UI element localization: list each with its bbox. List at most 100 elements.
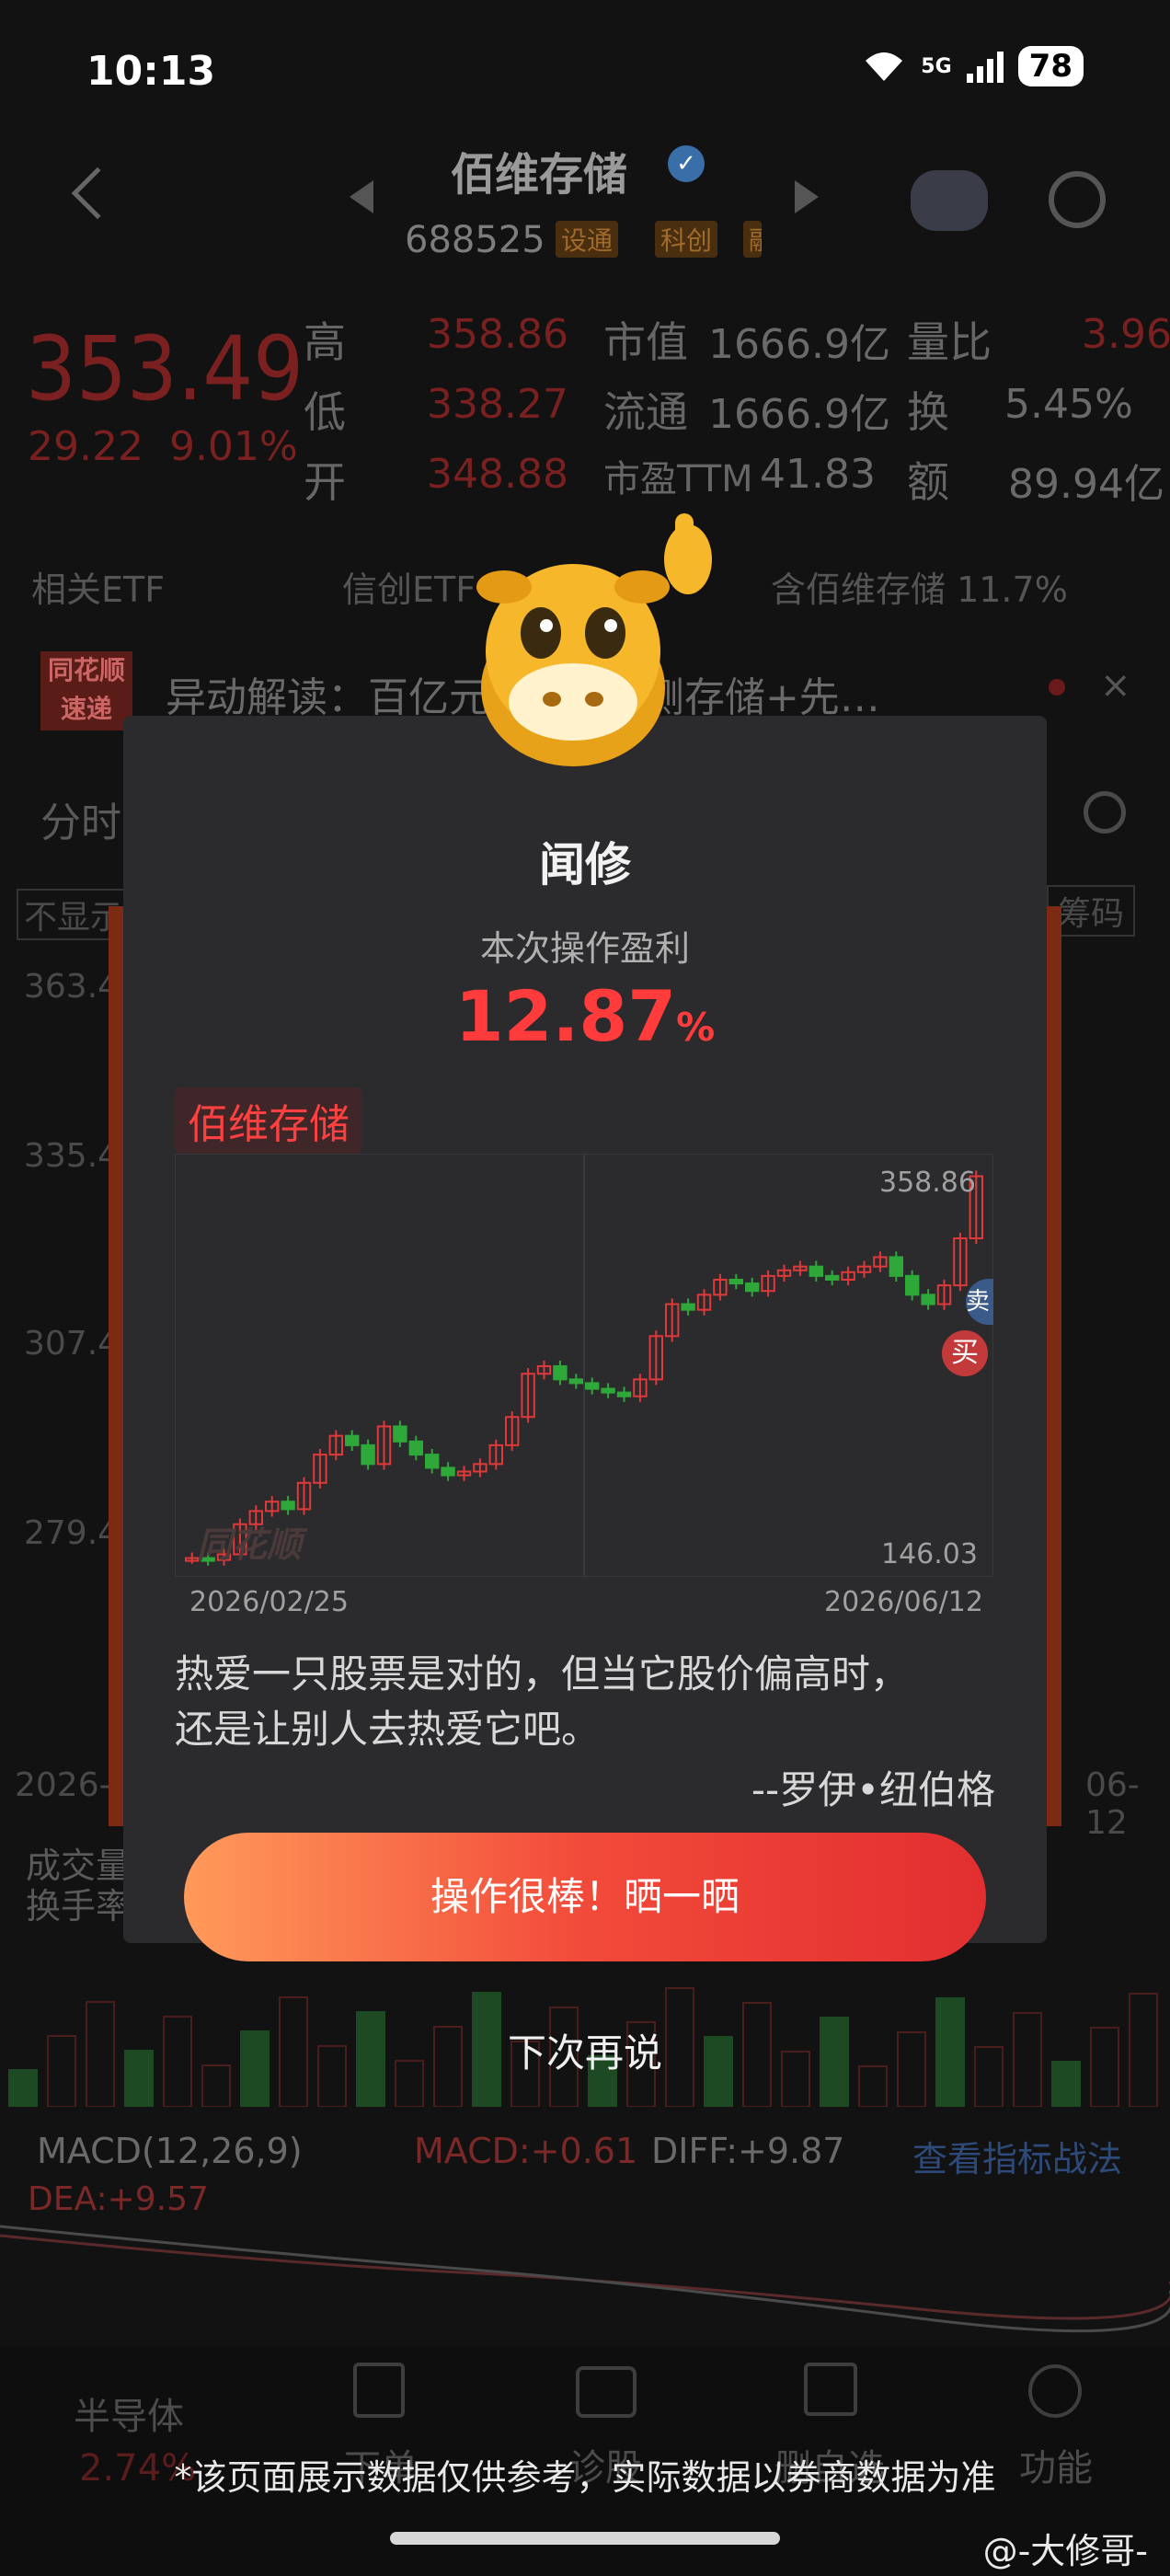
- label-mktcap: 市值: [603, 317, 688, 367]
- nav-sector[interactable]: 半导体: [74, 2386, 184, 2440]
- chart-low-label: 146.03: [881, 1538, 978, 1570]
- verified-icon: ✓: [668, 145, 705, 182]
- remove-watch-icon: [804, 2363, 857, 2416]
- turnover-label: 换手率: [26, 1886, 132, 1926]
- current-price: 353.49: [26, 317, 304, 420]
- axis-date-end: 06-12: [1085, 1766, 1140, 1842]
- buy-marker-icon: 买: [942, 1330, 988, 1376]
- value-amount: 89.94亿: [1008, 461, 1164, 508]
- close-icon[interactable]: ×: [1100, 664, 1131, 707]
- volume-labels: 成交量 换手率: [26, 1846, 131, 1926]
- bull-mascot-icon: [476, 513, 712, 766]
- order-icon: [353, 2363, 405, 2418]
- value-float: 1666.9亿: [708, 391, 890, 438]
- candle-body: [361, 1443, 375, 1466]
- value-mktcap: 1666.9亿: [708, 321, 890, 368]
- profit-percent: 12.87%: [0, 975, 1170, 1057]
- chart-date-start: 2026/02/25: [189, 1586, 349, 1618]
- candle-body: [905, 1274, 920, 1296]
- quote-line-2: 还是让别人去热爱它吧。: [175, 1707, 601, 1752]
- functions-icon: [1028, 2364, 1082, 2418]
- label-float: 流通: [603, 387, 688, 437]
- label-low: 低: [304, 387, 346, 437]
- candle-body: [889, 1256, 903, 1277]
- label-high: 高: [304, 317, 346, 367]
- news-logo: 同花顺 速递: [40, 651, 132, 730]
- home-indicator[interactable]: [390, 2532, 780, 2545]
- candle-body: [745, 1282, 760, 1293]
- tag-margin: 设通: [556, 221, 619, 258]
- back-icon[interactable]: [71, 167, 124, 220]
- quote-text: 热爱一只股票是对的，但当它股价偏高时， 还是让别人去热爱它吧。: [175, 1647, 909, 1757]
- weibo-watermark: @-大修哥-: [982, 2531, 1148, 2571]
- profit-value: 12.87: [454, 975, 677, 1057]
- chart-watermark: 同花顺: [197, 1524, 303, 1565]
- robot-assistant-icon[interactable]: [911, 170, 988, 231]
- etf-holding[interactable]: 含佰维存储 11.7%: [771, 561, 1068, 612]
- candle-body: [585, 1382, 600, 1390]
- candle-body: [921, 1294, 935, 1305]
- label-vol-ratio: 量比: [907, 317, 992, 367]
- candle-body: [393, 1425, 407, 1443]
- value-low: 338.27: [427, 381, 568, 428]
- candle-body: [681, 1303, 695, 1311]
- stock-tag: 佰维存储: [175, 1087, 362, 1154]
- etf-link[interactable]: 信创ETF: [342, 561, 476, 612]
- news-logo-line2: 速递: [60, 694, 112, 724]
- axis-label: 335.4: [24, 1137, 120, 1175]
- candle-body: [425, 1454, 440, 1469]
- tag-star-market: 科创: [655, 221, 718, 258]
- macd-label[interactable]: MACD(12,26,9): [37, 2131, 303, 2171]
- chart-date-end: 2026/06/12: [824, 1586, 983, 1618]
- chart-high-label: 358.86: [879, 1167, 976, 1199]
- price-change: 29.22 9.01%: [28, 423, 298, 470]
- wifi-icon: [866, 52, 903, 81]
- change-value: 29.22: [28, 423, 143, 470]
- label-amount: 额: [907, 457, 949, 507]
- prev-stock-icon[interactable]: [350, 180, 373, 213]
- related-etf-link[interactable]: 相关ETF: [31, 561, 165, 612]
- candle-body: [281, 1501, 295, 1511]
- candle-body: [601, 1387, 615, 1394]
- next-stock-icon[interactable]: [795, 180, 819, 213]
- macd-value: MACD:+0.61: [414, 2131, 638, 2171]
- macd-lines: [0, 2225, 1170, 2333]
- dismiss-link[interactable]: 下次再说: [0, 2022, 1170, 2078]
- value-vol-ratio: 3.96: [1082, 311, 1170, 358]
- user-name: 闻修: [539, 838, 631, 891]
- status-icons: 5G 78: [860, 46, 1084, 86]
- diff-value: DIFF:+9.87: [651, 2131, 845, 2171]
- candle-body: [441, 1466, 455, 1477]
- candle-body: [825, 1274, 840, 1281]
- search-icon[interactable]: [1049, 171, 1106, 228]
- unread-dot-icon: [1049, 679, 1065, 696]
- quote-author: --罗伊•纽伯格: [751, 1767, 995, 1812]
- candle-body: [568, 1378, 584, 1385]
- stock-code: 688525: [405, 219, 545, 261]
- stock-name: 佰维存储: [451, 149, 628, 201]
- candle-body: [728, 1278, 743, 1285]
- diagnose-icon: [576, 2366, 637, 2418]
- screen: { "status_bar":{"time":"10:13","network"…: [0, 0, 1170, 2576]
- candle-body: [345, 1434, 360, 1446]
- value-high: 358.86: [427, 311, 568, 358]
- label-open: 开: [304, 457, 346, 507]
- candle-body: [553, 1365, 568, 1381]
- candlestick-chart: [175, 1154, 993, 1577]
- battery-indicator: 78: [1017, 46, 1084, 86]
- share-button[interactable]: 操作很棒！晒一晒: [184, 1833, 986, 1961]
- label-pe: 市盈TTM: [603, 458, 753, 500]
- dea-line: [0, 2234, 1170, 2320]
- profit-subtitle: 本次操作盈利: [479, 928, 690, 969]
- indicator-strategy-link[interactable]: 查看指标战法: [912, 2131, 1122, 2181]
- quote-line-1: 热爱一只股票是对的，但当它股价偏高时，: [175, 1651, 910, 1696]
- news-logo-line1: 同花顺: [47, 655, 125, 685]
- change-percent: 9.01%: [168, 423, 298, 470]
- candle-body: [809, 1265, 823, 1277]
- disclaimer: *该页面展示数据仅供参考，实际数据以券商数据为准: [174, 2457, 996, 2498]
- candle-body: [616, 1391, 632, 1397]
- value-turnover: 5.45%: [1004, 381, 1133, 428]
- candle-body: [408, 1440, 424, 1456]
- value-open: 348.88: [427, 451, 568, 498]
- volume-label: 成交量: [26, 1846, 132, 1886]
